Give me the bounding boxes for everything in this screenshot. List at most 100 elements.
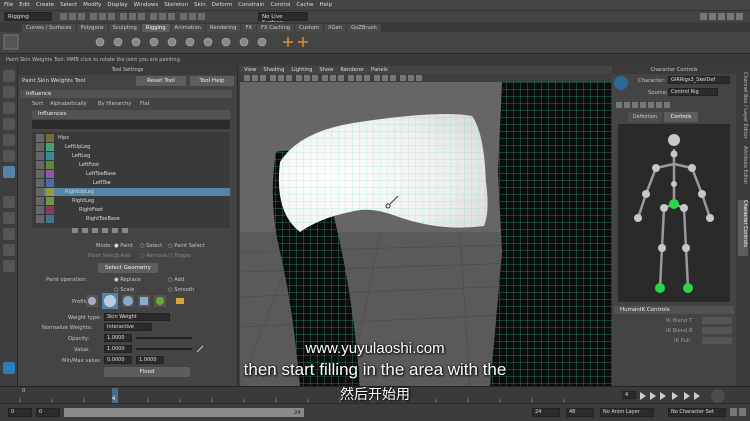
playback-start-field[interactable]: 0 [36,408,60,417]
shelf-tab-rigging[interactable]: Rigging [141,24,170,32]
shelf-tab-rendering[interactable]: Rendering [205,24,241,32]
tool-help-button[interactable]: Tool Help [190,76,234,86]
workspace-icons[interactable] [700,12,746,21]
mode-paint[interactable]: ● Paint [114,243,133,249]
range-start-field[interactable]: 0 [8,408,32,417]
shelf-tab-gozbrush[interactable]: GoZBrush [347,24,381,32]
lasso-tool-icon[interactable] [3,86,15,98]
menu-display[interactable]: Display [107,2,127,8]
menu-modify[interactable]: Modify [83,2,101,8]
range-bar[interactable] [64,408,304,417]
shelf-tab-fx[interactable]: FX [241,24,257,32]
attribute-editor-tab[interactable]: Attribute Editor [738,146,748,196]
outliner-layout-icon[interactable] [3,260,15,272]
influence-row[interactable]: RightFoot [36,206,230,214]
humanik-controls-section[interactable]: HumanIK Controls [614,306,734,314]
paint-select-tool-icon[interactable] [3,102,15,114]
eye-icon[interactable] [36,143,44,151]
joint-color-swatch[interactable] [46,143,54,151]
menu-skin[interactable]: Skin [194,2,206,8]
character-set-dropdown[interactable]: No Character Set [668,408,726,417]
eye-icon[interactable] [36,161,44,169]
anim-layer-dropdown[interactable]: No Anim Layer [600,408,654,417]
influence-row[interactable]: RightLeg [36,197,230,205]
influence-row[interactable]: LeftLeg [36,152,230,160]
eye-icon[interactable] [36,152,44,160]
humanik-figure[interactable] [618,124,730,302]
scale-tool-icon[interactable] [3,150,15,162]
paint-select-add[interactable]: ○ Add [114,253,130,259]
eye-icon[interactable] [36,188,44,196]
menu-windows[interactable]: Windows [134,2,159,8]
tab-controls[interactable]: Controls [664,112,698,122]
menu-file[interactable]: File [4,2,13,8]
select-geometry-button[interactable]: Select Geometry [98,263,158,273]
viewport-menu-shading[interactable]: Shading [263,67,284,73]
joint-color-swatch[interactable] [46,206,54,214]
shelf-tab-polygons[interactable]: Polygons [76,24,108,32]
shelf-tab-sculpting[interactable]: Sculpting [108,24,141,32]
normalize-dropdown[interactable]: Interactive [104,323,152,331]
joint-color-swatch[interactable] [46,188,54,196]
viewport-menu-panels[interactable]: Panels [371,67,388,73]
weight-type-dropdown[interactable]: Skin Weight [104,313,170,321]
sort-alphabetically[interactable]: Alphabetically [50,101,87,107]
character-controls-tab[interactable]: Character Controls [738,200,748,256]
menu-help[interactable]: Help [320,2,333,8]
profile-brushes[interactable] [86,293,196,309]
viewport-menu-show[interactable]: Show [319,67,333,73]
move-tool-icon[interactable] [3,118,15,130]
joint-color-swatch[interactable] [46,179,54,187]
paint-weights-tool-icon[interactable] [3,166,15,178]
rotate-tool-icon[interactable] [3,134,15,146]
eye-icon[interactable] [36,170,44,178]
eye-icon[interactable] [36,215,44,223]
range-end-field[interactable]: 48 [566,408,594,417]
influence-row[interactable]: LeftToeBase [36,170,230,178]
select-tool-icon[interactable] [3,70,15,82]
shelf-tab-curves-surfaces[interactable]: Curves / Surfaces [22,24,76,32]
shelf-tab-animation[interactable]: Animation [170,24,205,32]
shelf-tab-xgen[interactable]: XGen [324,24,347,32]
tab-definition[interactable]: Definition [628,112,662,122]
live-surface-field[interactable]: No Live Surface [258,12,308,26]
op-replace[interactable]: ● Replace [114,277,141,283]
paint-select-remove[interactable]: ○ Remove [140,253,167,259]
viewport[interactable]: View Shading Lighting Show Renderer Panels [240,66,612,386]
playback-end-field[interactable]: 24 [532,408,560,417]
mode-paint-select[interactable]: ○ Paint Select [168,243,205,249]
joint-color-swatch[interactable] [46,152,54,160]
menu-create[interactable]: Create [36,2,54,8]
prefs-icon[interactable] [730,408,746,417]
influence-filter-field[interactable] [32,120,230,129]
eye-icon[interactable] [36,206,44,214]
influence-row[interactable]: Hips [36,134,230,142]
influence-row[interactable]: RightUpLeg [36,188,230,196]
character-dropdown[interactable]: GIRRigs3_SkelDef [668,76,730,84]
influence-section[interactable]: Influence [20,90,232,98]
ik-blend-r-field[interactable] [702,327,732,334]
layout-icon[interactable] [3,244,15,256]
single-view-icon[interactable] [3,196,15,208]
opacity-slider[interactable] [136,337,192,339]
joint-color-swatch[interactable] [46,161,54,169]
mode-select[interactable]: ○ Select [140,243,162,249]
joint-color-swatch[interactable] [46,215,54,223]
viewport-menu-lighting[interactable]: Lighting [291,67,312,73]
joint-color-swatch[interactable] [46,170,54,178]
eye-icon[interactable] [36,179,44,187]
menu-control[interactable]: Control [271,2,291,8]
viewport-menu-view[interactable]: View [244,67,256,73]
shelf-tab-fx-caching[interactable]: FX Caching [257,24,295,32]
menu-edit[interactable]: Edit [19,2,30,8]
viewport-menu-renderer[interactable]: Renderer [340,67,364,73]
op-add[interactable]: ○ Add [168,277,184,283]
ik-blend-t-field[interactable] [702,317,732,324]
four-view-icon[interactable] [3,212,15,224]
menu-select[interactable]: Select [60,2,77,8]
menu-constrain[interactable]: Constrain [238,2,264,8]
joint-color-swatch[interactable] [46,134,54,142]
menuset-dropdown[interactable]: Rigging [4,12,52,21]
eye-icon[interactable] [36,197,44,205]
influence-row[interactable]: LeftUpLeg [36,143,230,151]
